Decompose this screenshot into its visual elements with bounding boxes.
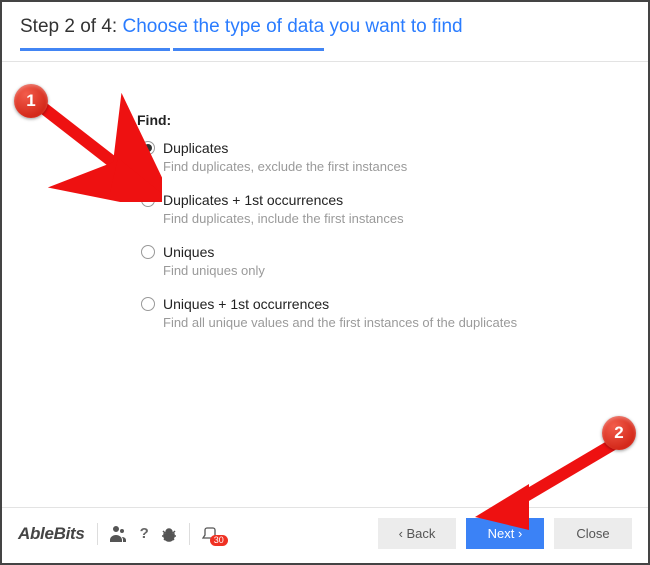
option-desc: Find duplicates, include the first insta… [163,211,558,226]
step-title: Step 2 of 4: Choose the type of data you… [20,16,630,38]
back-button[interactable]: ‹ Back [378,518,456,549]
option-duplicates[interactable]: Duplicates Find duplicates, exclude the … [137,140,558,174]
option-label: Duplicates [163,140,228,156]
bug-icon[interactable] [161,526,177,542]
option-duplicates-first[interactable]: Duplicates + 1st occurrences Find duplic… [137,192,558,226]
radio-icon[interactable] [141,245,155,259]
notification-badge: 30 [210,535,228,546]
brand-logo: AbleBits [18,524,85,544]
option-label: Duplicates + 1st occurrences [163,192,343,208]
share-icon[interactable] [110,526,128,542]
annotation-arrow-1 [32,92,162,202]
annotation-callout-2: 2 [602,416,636,450]
step-subtitle: Choose the type of data you want to find [122,16,462,37]
option-desc: Find all unique values and the first ins… [163,315,558,330]
option-uniques-first[interactable]: Uniques + 1st occurrences Find all uniqu… [137,296,558,330]
option-desc: Find uniques only [163,263,558,278]
step-prefix: Step 2 of 4: [20,16,122,37]
annotation-arrow-2 [467,432,632,532]
chevron-left-icon: ‹ [399,526,407,541]
radio-icon[interactable] [141,297,155,311]
option-uniques[interactable]: Uniques Find uniques only [137,244,558,278]
find-label: Find: [137,112,558,128]
wizard-header: Step 2 of 4: Choose the type of data you… [2,2,648,62]
help-icon[interactable]: ? [140,525,149,542]
annotation-callout-1: 1 [14,84,48,118]
progress-bar [20,48,630,51]
notification-icon[interactable]: 30 [202,526,218,542]
option-label: Uniques [163,244,214,260]
option-label: Uniques + 1st occurrences [163,296,329,312]
option-desc: Find duplicates, exclude the first insta… [163,159,558,174]
